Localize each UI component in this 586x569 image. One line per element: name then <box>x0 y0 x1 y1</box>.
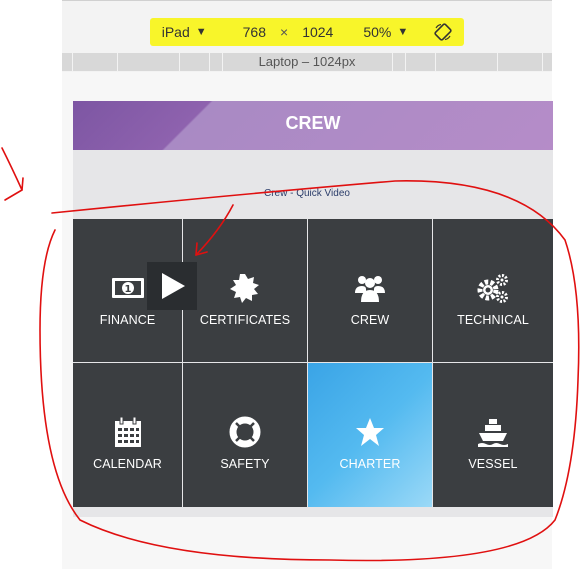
play-icon <box>162 273 185 299</box>
zoom-value: 50% <box>363 24 392 40</box>
crew-app: CREW Crew - Quick Video 1 FINANCE CERTIF… <box>73 101 553 517</box>
device-highlight: iPad ▼ 768 × 1024 50% ▼ <box>149 18 465 46</box>
tile-label: CHARTER <box>339 457 401 471</box>
star-icon <box>353 415 387 449</box>
tile-label: CREW <box>350 313 390 327</box>
users-icon <box>353 271 387 305</box>
life-ring-icon <box>228 415 262 449</box>
tile-vessel[interactable]: VESSEL <box>433 363 553 507</box>
arrow-left-head <box>4 177 24 201</box>
certificate-icon <box>228 271 262 305</box>
calendar-icon <box>111 415 145 449</box>
tile-label: VESSEL <box>468 457 518 471</box>
tile-label: CERTIFICATES <box>199 313 291 327</box>
arrow-left-shaft <box>1 147 23 191</box>
money-icon: 1 <box>111 271 145 305</box>
page-title: CREW <box>285 113 341 133</box>
device-toolbar: iPad ▼ 768 × 1024 50% ▼ Laptop – 1024px <box>62 0 552 73</box>
media-query-bar[interactable]: Laptop – 1024px <box>62 53 552 71</box>
tile-certificates[interactable]: CERTIFICATES <box>183 219 307 362</box>
tile-charter[interactable]: CHARTER <box>308 363 432 507</box>
tile-label: SAFETY <box>220 457 270 471</box>
tile-calendar[interactable]: CALENDAR <box>73 363 182 507</box>
rotate-icon[interactable] <box>434 23 452 41</box>
width-field[interactable]: 768 <box>237 24 272 40</box>
tile-safety[interactable]: SAFETY <box>183 363 307 507</box>
tile-crew[interactable]: CREW <box>308 219 432 362</box>
device-bar: iPad ▼ 768 × 1024 50% ▼ <box>62 13 552 51</box>
play-video-button[interactable] <box>147 262 197 310</box>
tile-technical[interactable]: TECHNICAL <box>433 219 553 362</box>
banner: CREW <box>73 101 553 150</box>
caret-down-icon: ▼ <box>397 26 409 38</box>
svg-text:1: 1 <box>124 284 131 295</box>
tile-label: TECHNICAL <box>457 313 529 327</box>
height-field[interactable]: 1024 <box>296 24 339 40</box>
tile-label: FINANCE <box>99 313 156 327</box>
zoom-select[interactable]: 50% ▼ <box>363 24 408 40</box>
times-symbol: × <box>280 24 289 40</box>
device-select[interactable]: iPad ▼ <box>162 24 207 40</box>
screenshot-root: iPad ▼ 768 × 1024 50% ▼ Laptop – 1024px … <box>0 0 586 569</box>
tile-label: CALENDAR <box>93 457 162 471</box>
caret-down-icon: ▼ <box>195 26 207 38</box>
ship-icon <box>476 415 510 449</box>
module-grid: 1 FINANCE CERTIFICATES CREW TECHNICAL CA… <box>73 219 553 507</box>
cogs-icon <box>476 271 510 305</box>
quick-video-link[interactable]: Crew - Quick Video <box>264 188 350 199</box>
device-name: iPad <box>161 24 190 40</box>
media-query-label: Laptop – 1024px <box>258 54 356 69</box>
